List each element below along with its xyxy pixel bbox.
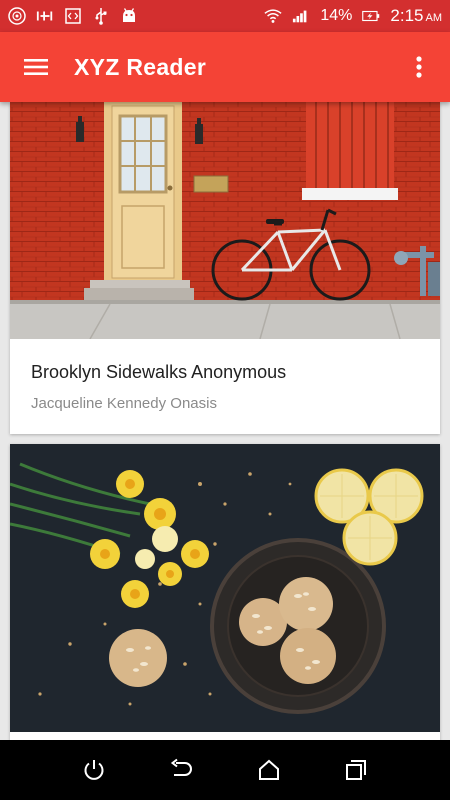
article-card[interactable] [10,444,440,740]
status-right-icons: 14% 2:15 AM [264,6,442,26]
wifi-icon [264,7,282,25]
article-title: Brooklyn Sidewalks Anonymous [31,362,287,382]
clock-time: 2:15 [390,6,424,25]
clock-ampm: AM [425,12,443,24]
back-icon[interactable] [161,750,201,790]
article-card[interactable]: Brooklyn Sidewalks Anonymous Jacqueline … [10,102,440,434]
battery-percent: 14% [320,7,353,24]
article-thumbnail [10,444,440,732]
navigation-bar [0,740,450,800]
status-bar: 14% 2:15 AM [0,0,450,32]
article-thumbnail [10,102,440,339]
usb-icon [92,7,110,25]
cell-signal-icon [292,7,310,25]
app-title: XYZ Reader [74,53,207,80]
more-vert-icon[interactable] [404,47,434,87]
home-icon[interactable] [249,750,289,790]
article-author: Jacqueline Kennedy Onasis [31,395,217,412]
code-icon [64,7,82,25]
android-icon [120,7,138,25]
signal-bars-icon [36,7,54,25]
article-list[interactable]: Brooklyn Sidewalks Anonymous Jacqueline … [0,102,450,740]
app-badge-icon [8,7,26,25]
power-icon[interactable] [74,750,114,790]
hamburger-menu-icon[interactable] [16,47,56,87]
status-left-icons [8,7,138,25]
clock: 2:15 AM [390,6,442,26]
battery-charging-icon [362,7,380,25]
recents-icon[interactable] [336,750,376,790]
app-bar: XYZ Reader [0,32,450,102]
